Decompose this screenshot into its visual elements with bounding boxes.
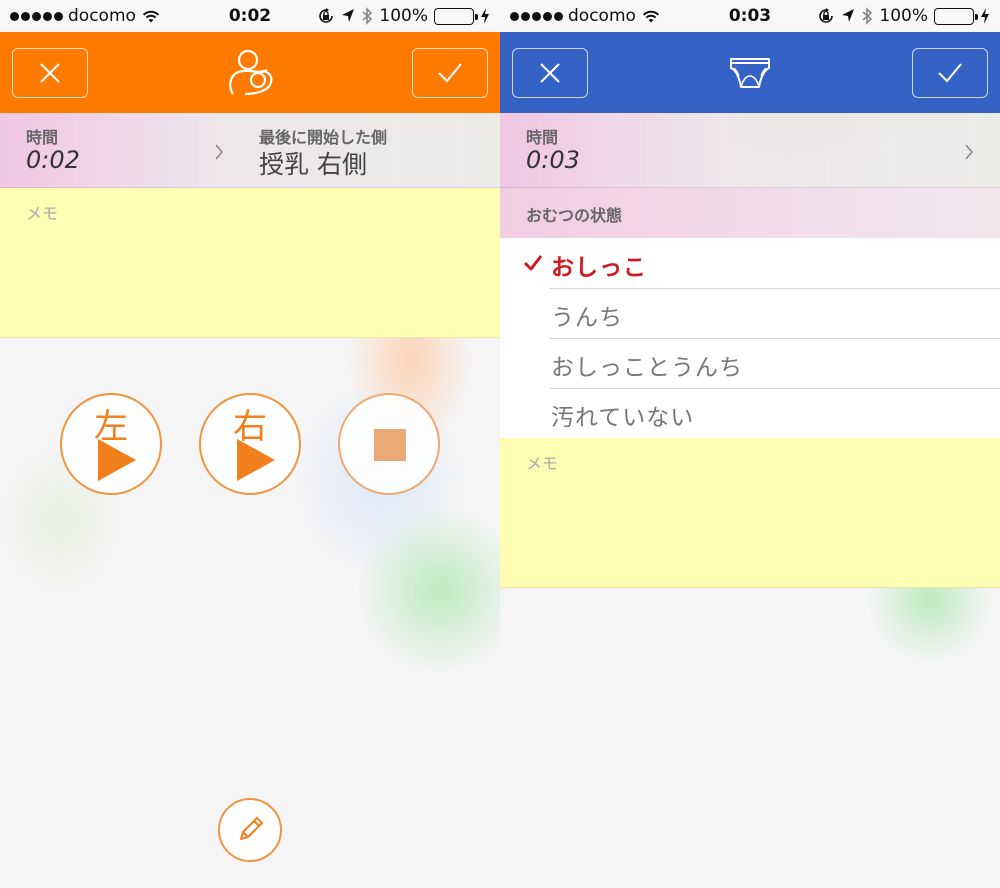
time-label: 時間	[26, 128, 59, 147]
orientation-lock-icon	[319, 8, 334, 23]
carrier-name: docomo	[68, 6, 136, 26]
bluetooth-icon	[862, 7, 873, 25]
time-value: 0:03	[526, 146, 580, 174]
battery-percent: 100%	[379, 6, 428, 26]
status-bar: docomo 0:02 100%	[0, 0, 500, 32]
diaper-status-header: おむつの状態	[500, 188, 1000, 238]
battery-icon	[434, 7, 478, 25]
option-label: 汚れていない	[551, 405, 695, 431]
charging-bolt-icon	[981, 8, 989, 24]
checkmark-icon	[438, 62, 462, 82]
cancel-button[interactable]	[512, 47, 588, 98]
option-pee-and-poop[interactable]: おしっことうんち	[500, 338, 1000, 388]
memo-field[interactable]: メモ	[500, 438, 1000, 588]
checkmark-icon	[523, 255, 543, 271]
option-clean[interactable]: 汚れていない	[500, 388, 1000, 438]
confirm-button[interactable]	[412, 47, 488, 98]
orientation-lock-icon	[819, 8, 834, 23]
time-and-side-row[interactable]: 時間 0:02 最後に開始した側 授乳 右側	[0, 113, 500, 188]
start-right-button[interactable]: 右	[199, 393, 301, 495]
carrier-name: docomo	[568, 6, 636, 26]
wifi-icon	[642, 10, 660, 23]
signal-strength-icon	[10, 11, 63, 21]
time-label: 時間	[526, 128, 559, 147]
option-poop[interactable]: うんち	[500, 288, 1000, 338]
close-icon	[40, 62, 60, 83]
option-label: おしっことうんち	[551, 355, 743, 381]
time-value: 0:02	[26, 146, 80, 174]
bluetooth-icon	[362, 7, 373, 25]
diaper-screen: docomo 0:03 100% 時間 0:03 おむつの状態 おしっこ うんち…	[500, 0, 1000, 888]
play-icon	[237, 439, 275, 481]
time-row[interactable]: 時間 0:03	[500, 113, 1000, 188]
pencil-icon	[240, 817, 263, 840]
chevron-right-icon	[215, 144, 223, 160]
memo-placeholder: メモ	[526, 454, 559, 473]
close-icon	[540, 62, 560, 83]
feeding-screen: docomo 0:02 100% 時間 0:02 最後に開始した側 授乳 右側 …	[0, 0, 500, 888]
navigation-bar	[0, 32, 500, 113]
diaper-icon	[720, 48, 780, 98]
edit-button[interactable]	[218, 798, 282, 862]
play-icon	[98, 439, 136, 481]
wifi-icon	[142, 10, 160, 23]
navigation-bar	[500, 32, 1000, 113]
location-arrow-icon	[342, 9, 355, 22]
location-arrow-icon	[842, 9, 855, 22]
section-title: おむつの状態	[526, 206, 623, 225]
diaper-status-options: おしっこ うんち おしっことうんち 汚れていない	[500, 238, 1000, 438]
memo-placeholder: メモ	[26, 204, 59, 223]
start-left-button[interactable]: 左	[60, 393, 162, 495]
option-label: おしっこ	[551, 255, 647, 281]
confirm-button[interactable]	[912, 47, 988, 98]
memo-field[interactable]: メモ	[0, 188, 500, 338]
option-label: うんち	[551, 305, 623, 331]
checkmark-icon	[938, 62, 962, 82]
battery-icon	[934, 7, 978, 25]
status-bar: docomo 0:03 100%	[500, 0, 1000, 32]
cancel-button[interactable]	[12, 47, 88, 98]
battery-percent: 100%	[879, 6, 928, 26]
stop-icon	[374, 429, 406, 461]
stop-button[interactable]	[338, 393, 440, 495]
option-pee[interactable]: おしっこ	[500, 238, 1000, 288]
chevron-right-icon	[965, 144, 973, 160]
charging-bolt-icon	[481, 8, 489, 24]
last-side-value: 授乳 右側	[259, 150, 367, 179]
signal-strength-icon	[510, 11, 563, 21]
breastfeeding-icon	[220, 48, 280, 98]
